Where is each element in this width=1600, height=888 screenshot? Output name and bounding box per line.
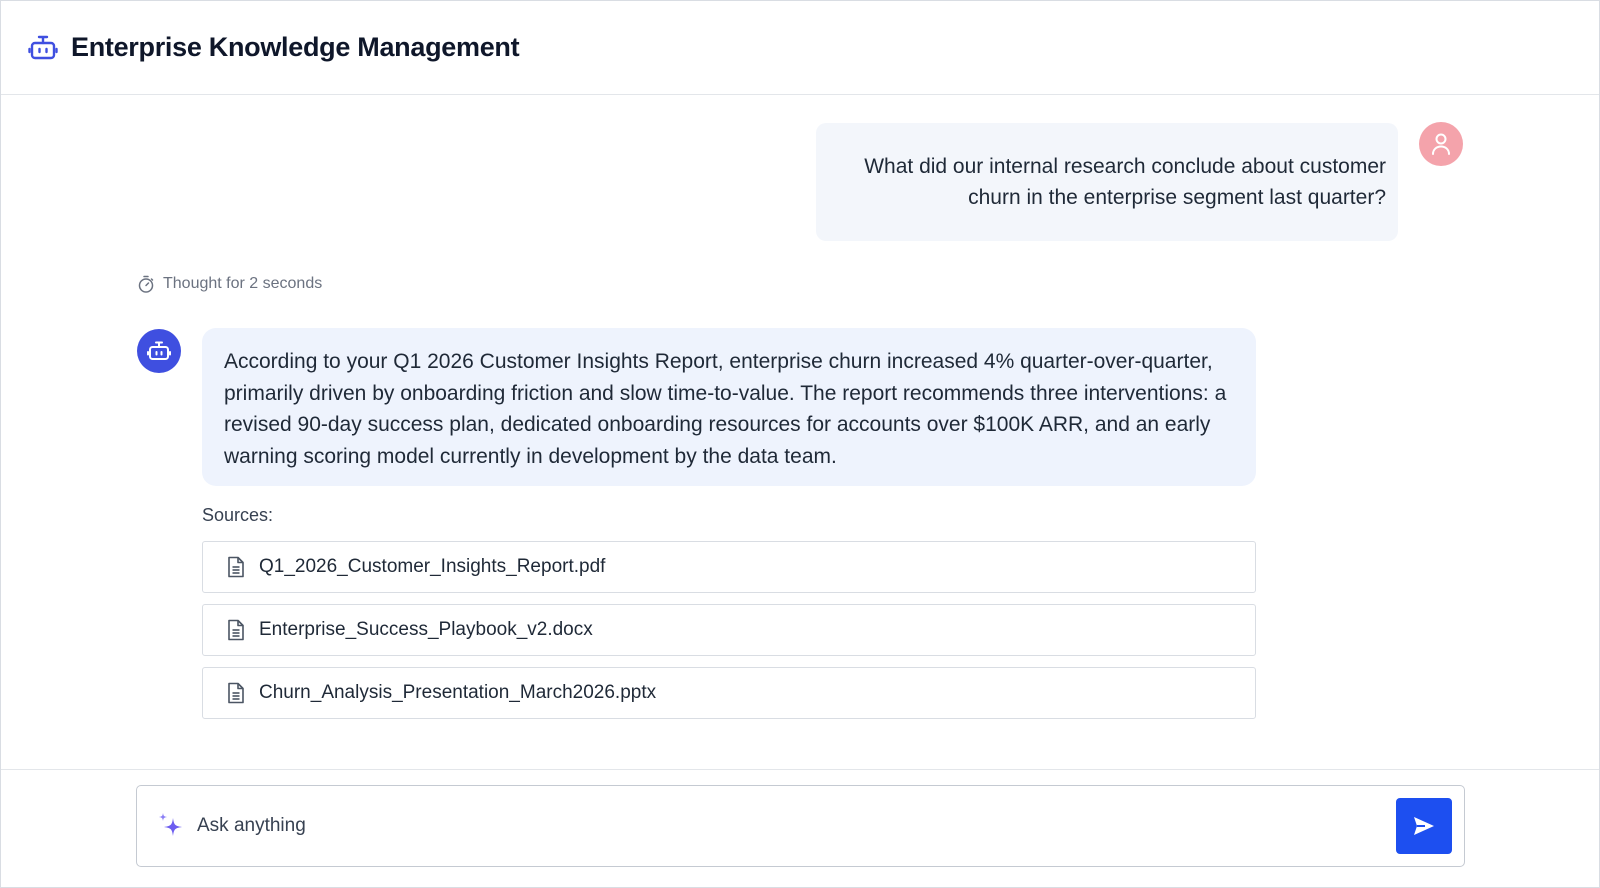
sources-list: Q1_2026_Customer_Insights_Report.pdf Ent… <box>202 541 1256 730</box>
send-icon <box>1413 816 1435 836</box>
document-icon <box>225 619 247 641</box>
composer <box>136 785 1465 867</box>
source-item[interactable]: Enterprise_Success_Playbook_v2.docx <box>202 604 1256 656</box>
thought-label: Thought for 2 seconds <box>163 275 323 292</box>
chat-input[interactable] <box>197 808 1357 844</box>
sparkle-icon <box>155 810 187 842</box>
document-icon <box>225 556 247 578</box>
robot-icon <box>147 340 171 362</box>
source-item[interactable]: Q1_2026_Customer_Insights_Report.pdf <box>202 541 1256 593</box>
send-button[interactable] <box>1396 798 1452 854</box>
source-name: Q1_2026_Customer_Insights_Report.pdf <box>259 556 606 577</box>
source-name: Enterprise_Success_Playbook_v2.docx <box>259 619 593 640</box>
document-icon <box>225 682 247 704</box>
robot-icon <box>27 32 59 64</box>
user-message: What did our internal research conclude … <box>816 123 1398 241</box>
bot-avatar <box>137 329 181 373</box>
source-name: Churn_Analysis_Presentation_March2026.pp… <box>259 682 657 703</box>
user-avatar <box>1419 122 1463 166</box>
composer-area <box>1 769 1599 887</box>
user-icon <box>1430 132 1452 156</box>
app-window: Enterprise Knowledge Management What did… <box>0 0 1600 888</box>
app-title: Enterprise Knowledge Management <box>71 32 520 62</box>
assistant-message: According to your Q1 2026 Customer Insig… <box>202 328 1256 486</box>
thought-indicator: Thought for 2 seconds <box>137 273 322 295</box>
sources-label: Sources: <box>202 505 274 525</box>
app-header: Enterprise Knowledge Management <box>1 1 1599 95</box>
source-item[interactable]: Churn_Analysis_Presentation_March2026.pp… <box>202 667 1256 719</box>
stopwatch-icon <box>137 275 155 293</box>
